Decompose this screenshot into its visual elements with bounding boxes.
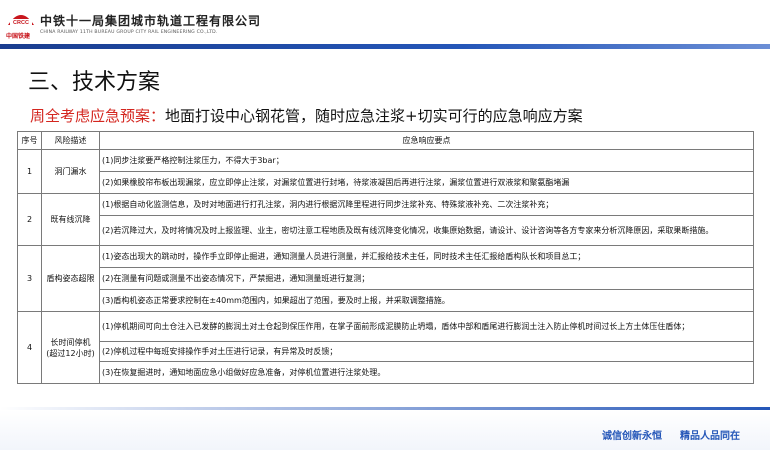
risk-description-line1: 长时间停机 [50,337,91,347]
response-point: (2)如果橡胶帘布板出现漏浆，应立即停止注浆，对漏浆位置进行封堵，待浆液凝固后再… [99,171,754,194]
subtitle-text: 地面打设中心钢花管，随时应急注浆+切实可行的应急响应方案 [165,107,583,125]
table-row: (3)在恢复掘进时，通知地面应急小组做好应急准备，对停机位置进行注浆处理。 [18,361,754,384]
header-points: 应急响应要点 [99,131,754,150]
table-row: (2)若沉降过大，及时将情况及时上报监理、业主，密切注意工程地质及既有线沉降变化… [18,215,754,246]
response-point: (2)停机过程中每班安排操作手对土压进行记录，有异常及时反馈； [99,341,754,362]
page-subtitle: 周全考虑应急预案：地面打设中心钢花管，随时应急注浆+切实可行的应急响应方案 [30,105,583,126]
table-row: 3 盾构姿态超限 (1)姿态出现大的跳动时，操作手立即停止掘进，通知测量人员进行… [17,245,754,312]
response-point: (2)在测量有问题或测量不出姿态情况下，严禁掘进，通知测量班进行复测； [99,267,754,290]
response-point: (2)若沉降过大，及时将情况及时上报监理、业主，密切注意工程地质及既有线沉降变化… [99,215,754,246]
company-name-en: CHINA RAILWAY 11TH BUREAU GROUP CITY RAI… [40,30,218,35]
table-header-row: 序号 风险描述 应急响应要点 [17,131,754,150]
response-point: (1)停机期间可向土仓注入已发酵的膨润土对土仓起到保压作用，在掌子面前形成泥膜防… [99,311,754,342]
risk-description: 盾构姿态超限 [41,245,100,312]
response-point: (3)盾构机姿态正常要求控制在±40mm范围内，如果超出了范围，要及时上报，并采… [99,289,754,312]
table-row: 1 洞门漏水 (1)同步注浆要严格控制注浆压力，不得大于3bar； [17,149,754,194]
header-risk: 风险描述 [41,131,100,150]
row-number: 2 [17,193,42,246]
risk-description: 洞门漏水 [41,149,100,194]
page-header: CRCC 中国铁建 中铁十一局集团城市轨道工程有限公司 CHINA RAILWA… [0,0,770,44]
table-row: 2 既有线沉降 (1)根据自动化监测信息，及时对地面进行打孔注浆，洞内进行根据沉… [17,193,754,246]
footer-slogan-2: 精品人品同在 [680,431,740,442]
table-row: (2)停机过程中每班安排操作手对土压进行记录，有异常及时反馈； [18,341,754,362]
response-point: (1)根据自动化监测信息，及时对地面进行打孔注浆，洞内进行根据沉降里程进行同步注… [99,193,754,216]
table-row: (2)在测量有问题或测量不出姿态情况下，严禁掘进，通知测量班进行复测； [18,267,754,290]
company-logo: CRCC 中国铁建 [6,7,36,41]
header-divider [0,44,770,49]
header-no: 序号 [17,131,42,150]
row-number: 1 [17,149,42,194]
response-point: (1)姿态出现大的跳动时，操作手立即停止掘进，通知测量人员进行测量，并汇报给技术… [99,245,754,268]
page-title: 三、技术方案 [28,70,161,95]
company-name-cn: 中铁十一局集团城市轨道工程有限公司 [40,14,262,28]
risk-description: 长时间停机 (超过12小时) [41,311,100,384]
footer-slogan-1: 诚信创新永恒 [602,431,662,442]
logo-subtitle: 中国铁建 [6,33,31,40]
risk-description: 既有线沉降 [41,193,100,246]
crcc-logo-icon: CRCC [8,15,34,26]
row-number: 4 [17,311,42,384]
table-row: 4 长时间停机 (超过12小时) (1)停机期间可向土仓注入已发酵的膨润土对土仓… [17,311,754,384]
subtitle-highlight: 周全考虑应急预案： [30,107,166,125]
svg-text:CRCC: CRCC [13,20,29,26]
row-number: 3 [17,245,42,312]
table-row: (2)如果橡胶帘布板出现漏浆，应立即停止注浆，对漏浆位置进行封堵，待浆液凝固后再… [18,171,754,194]
emergency-response-table: 序号 风险描述 应急响应要点 1 洞门漏水 (1)同步注浆要严格控制注浆压力，不… [17,131,754,384]
table-row: (3)盾构机姿态正常要求控制在±40mm范围内，如果超出了范围，要及时上报，并采… [18,289,754,312]
response-point: (3)在恢复掘进时，通知地面应急小组做好应急准备，对停机位置进行注浆处理。 [99,361,754,384]
response-point: (1)同步注浆要严格控制注浆压力，不得大于3bar； [99,149,754,172]
risk-description-line2: (超过12小时) [46,348,95,358]
